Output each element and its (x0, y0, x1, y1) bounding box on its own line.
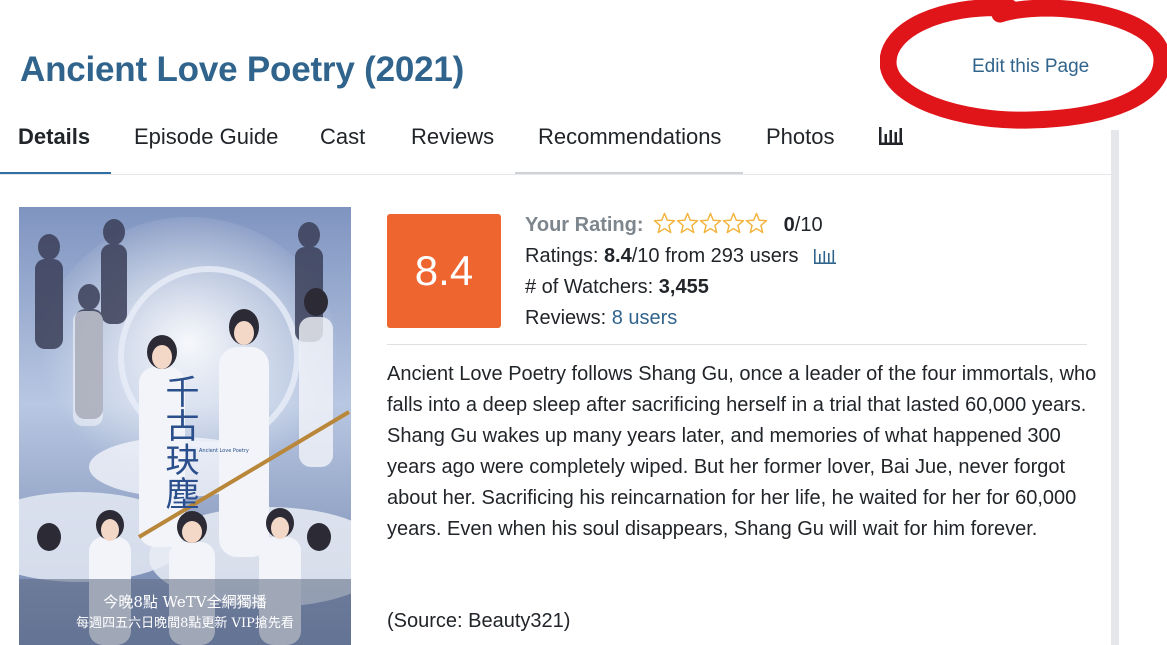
score-badge: 8.4 (387, 214, 501, 328)
rating-stats: Your Rating: 0/10 Ratings: 8.4/10 from 2… (525, 210, 837, 334)
your-rating-label: Your Rating: (525, 214, 644, 236)
ratings-rest: /10 from 293 users (631, 245, 799, 267)
tab-reviews[interactable]: Reviews (411, 124, 494, 150)
edit-page-link[interactable]: Edit this Page (972, 56, 1089, 78)
reviews-row: Reviews: 8 users (525, 303, 836, 334)
ratings-label: Ratings: (525, 245, 599, 267)
poster-title-text: 千古玦塵 (159, 374, 199, 510)
tab-episode-guide[interactable]: Episode Guide (134, 124, 278, 150)
tab-recommendations[interactable]: Recommendations (538, 124, 721, 150)
page-title: Ancient Love Poetry (2021) (20, 50, 465, 89)
watchers-label: # of Watchers: (525, 276, 654, 298)
star-icon[interactable] (699, 212, 722, 234)
reviews-link[interactable]: 8 users (612, 307, 678, 329)
tab-details[interactable]: Details (18, 124, 90, 150)
watchers-row: # of Watchers: 3,455 (525, 272, 836, 303)
tab-cast[interactable]: Cast (320, 124, 365, 150)
watchers-value: 3,455 (658, 276, 709, 298)
star-icon[interactable] (653, 212, 676, 234)
star-icon[interactable] (745, 212, 768, 234)
star-icon[interactable] (722, 212, 745, 234)
your-rating-row: Your Rating: 0/10 (525, 210, 836, 241)
section-divider (387, 344, 1087, 345)
poster-caption-1: 今晚8點 WeTV全網獨播 (103, 593, 266, 611)
rating-stars[interactable] (653, 212, 768, 244)
content-panel-edge (1111, 130, 1119, 645)
reviews-label: Reviews: (525, 307, 607, 329)
bar-chart-icon (879, 127, 903, 145)
poster-subtitle: Ancient Love Poetry (199, 448, 249, 454)
hover-tab-indicator (515, 172, 743, 174)
tab-photos[interactable]: Photos (766, 124, 835, 150)
ratings-row: Ratings: 8.4/10 from 293 users (525, 241, 837, 274)
poster-image[interactable]: 千古玦塵 Ancient Love Poetry 今晚8點 WeTV全網獨播 每… (19, 207, 351, 645)
your-rating-max: /10 (794, 214, 823, 236)
synopsis-source: (Source: Beauty321) (387, 610, 571, 632)
synopsis-text: Ancient Love Poetry follows Shang Gu, on… (387, 363, 1097, 540)
ratings-chart-icon[interactable] (814, 243, 837, 274)
your-rating-value: 0 (783, 214, 795, 236)
tab-statistics[interactable] (879, 127, 903, 150)
active-tab-indicator (0, 172, 111, 174)
ratings-value: 8.4 (603, 245, 632, 267)
poster-caption-2: 每週四五六日晚間8點更新 VIP搶先看 (76, 615, 294, 631)
star-icon[interactable] (676, 212, 699, 234)
detail-tabs: Details Episode Guide Cast Reviews Recom… (0, 118, 1111, 175)
